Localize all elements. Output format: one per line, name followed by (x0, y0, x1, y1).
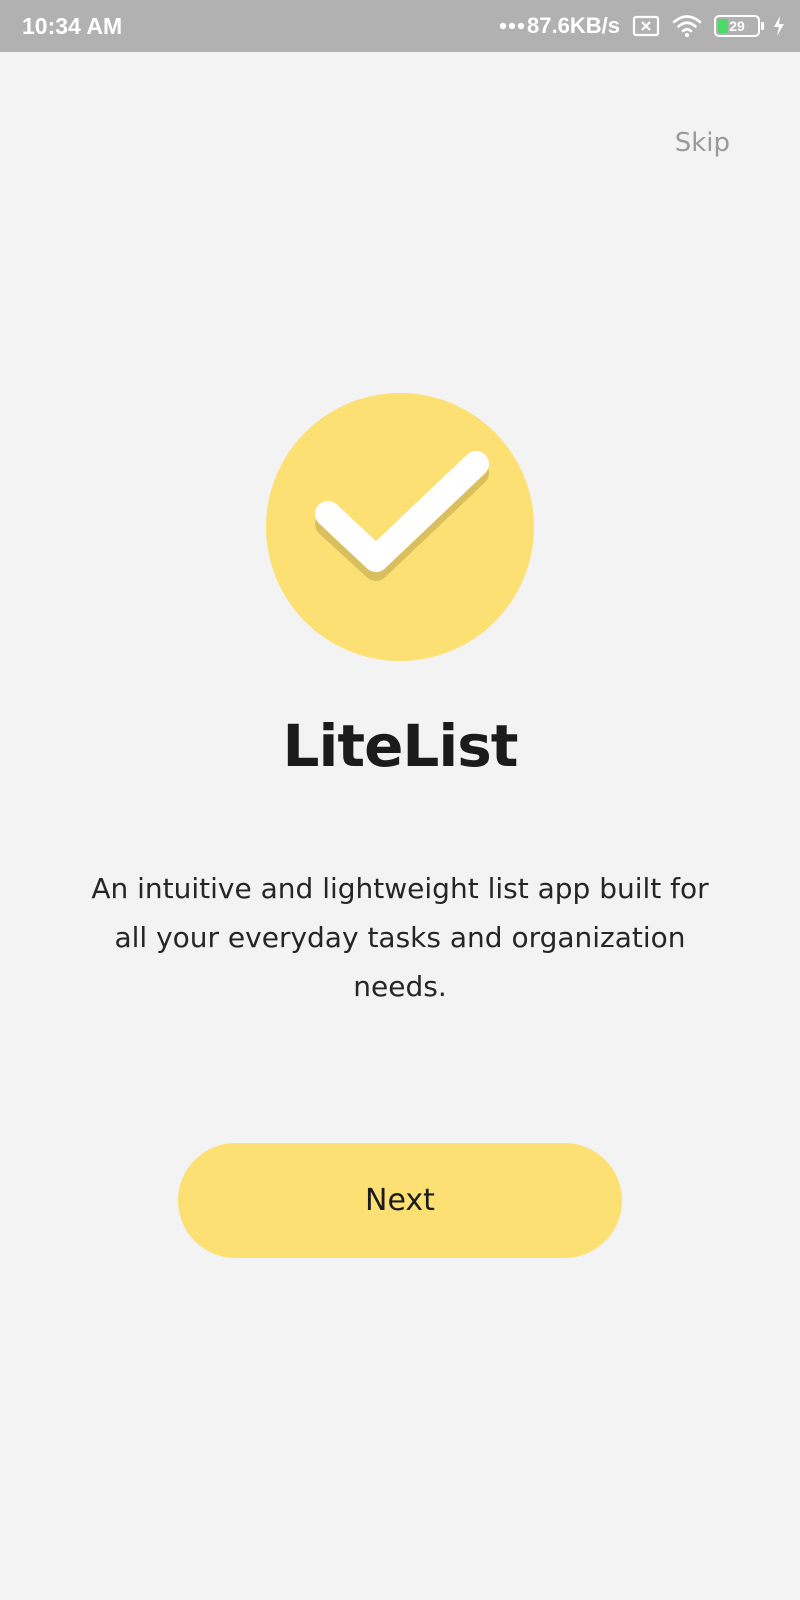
sim-x-icon (632, 15, 660, 37)
battery-level: 29 (729, 18, 745, 34)
battery-icon: 29 (714, 15, 764, 37)
app-description: An intuitive and lightweight list app bu… (91, 872, 709, 1003)
app-title: LiteList (282, 712, 519, 780)
app-logo (266, 393, 534, 661)
status-time: 10:34 AM (22, 12, 123, 39)
status-icons: 87.6KB/s 29 (499, 13, 786, 39)
wifi-icon (672, 14, 702, 38)
next-button[interactable]: Next (178, 1143, 622, 1258)
more-dots-icon (499, 22, 525, 30)
battery-fill (718, 19, 728, 33)
charging-icon (772, 15, 786, 37)
checkmark-icon (315, 451, 489, 581)
status-bar: 10:34 AM 87.6KB/s 29 (0, 0, 800, 52)
skip-button[interactable]: Skip (675, 128, 730, 158)
net-speed: 87.6KB/s (527, 13, 620, 38)
